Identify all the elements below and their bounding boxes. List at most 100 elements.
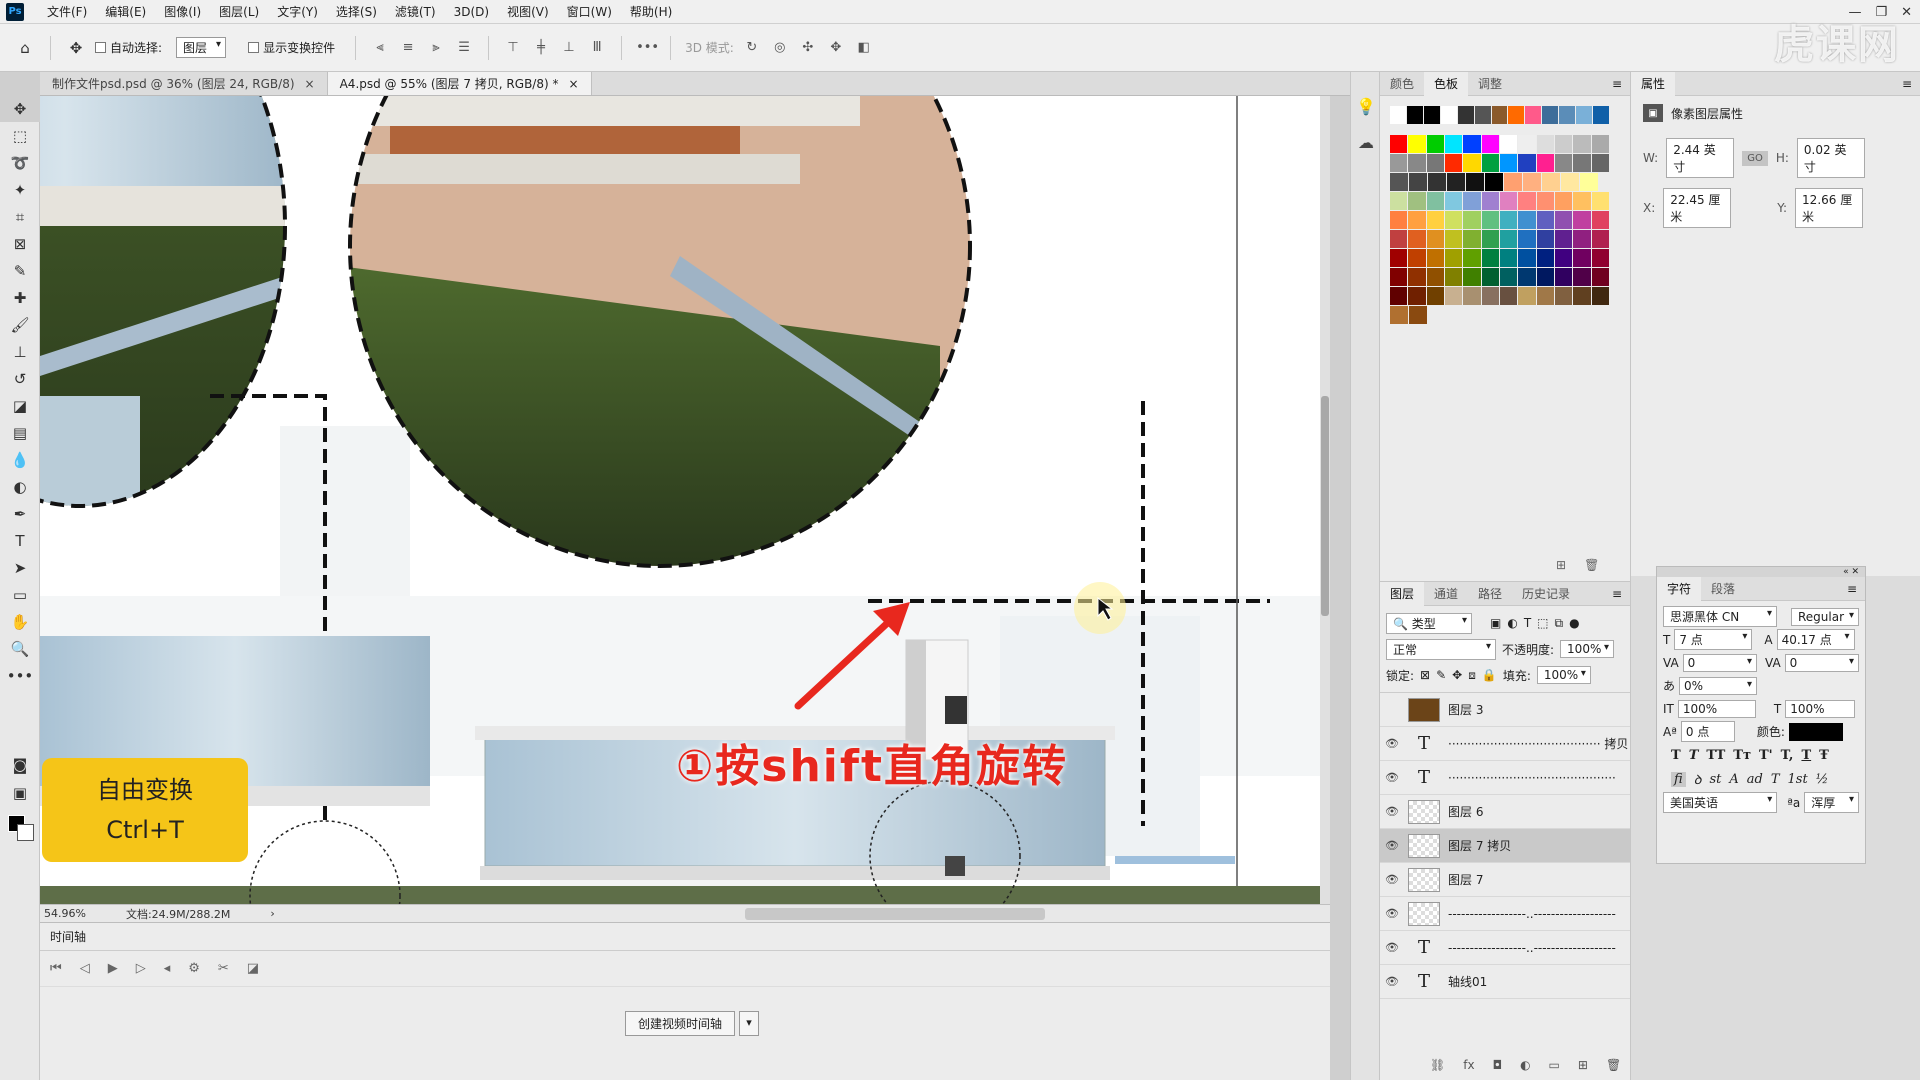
swatch[interactable] bbox=[1481, 268, 1499, 286]
y-input[interactable]: 12.66 厘米 bbox=[1795, 188, 1864, 228]
menu-file[interactable]: 文件(F) bbox=[38, 0, 96, 24]
tsume-input[interactable]: 0% bbox=[1679, 676, 1758, 695]
swatch[interactable] bbox=[1440, 106, 1457, 124]
swatch[interactable] bbox=[1573, 135, 1591, 153]
close-icon[interactable]: × bbox=[568, 72, 578, 95]
swatch[interactable] bbox=[1525, 106, 1542, 124]
menu-view[interactable]: 视图(V) bbox=[498, 0, 558, 24]
small-caps-button[interactable]: Tт bbox=[1733, 748, 1751, 763]
settings-icon[interactable]: ⚙ bbox=[188, 961, 200, 976]
height-input[interactable]: 0.02 英寸 bbox=[1796, 138, 1865, 178]
distribute-v-icon[interactable]: Ⅲ bbox=[587, 40, 607, 55]
frame-tool-icon[interactable]: ⊠ bbox=[0, 230, 40, 257]
tab-paths[interactable]: 路径 bbox=[1468, 582, 1512, 606]
swatch[interactable] bbox=[1523, 173, 1541, 191]
eye-icon[interactable]: 👁 bbox=[1380, 737, 1404, 750]
marquee-tool-icon[interactable]: ⬚ bbox=[0, 122, 40, 149]
eye-icon[interactable]: 👁 bbox=[1380, 873, 1404, 886]
rectangle-tool-icon[interactable]: ▭ bbox=[0, 581, 40, 608]
dodge-tool-icon[interactable]: ◐ bbox=[0, 473, 40, 500]
swatch[interactable] bbox=[1536, 249, 1554, 267]
titling-button[interactable]: ad bbox=[1747, 772, 1763, 787]
discretionary-ligature-button[interactable]: ꝺ bbox=[1694, 770, 1702, 788]
new-swatch-icon[interactable]: ⊞ bbox=[1556, 558, 1566, 572]
adjustment-icon[interactable]: ◐ bbox=[1520, 1058, 1530, 1072]
panel-menu-icon[interactable]: ≡ bbox=[1612, 587, 1622, 601]
eye-icon[interactable]: 👁 bbox=[1380, 805, 1404, 818]
lock-all-icon[interactable]: 🔒 bbox=[1482, 668, 1497, 682]
swatch[interactable] bbox=[1390, 211, 1408, 229]
first-frame-icon[interactable]: ⏮ bbox=[50, 961, 62, 976]
swatch[interactable] bbox=[1591, 211, 1609, 229]
swatch[interactable] bbox=[1463, 211, 1481, 229]
strikethrough-button[interactable]: Ŧ bbox=[1819, 748, 1829, 763]
status-arrow[interactable]: › bbox=[270, 907, 274, 920]
swatch[interactable] bbox=[1542, 106, 1559, 124]
panel-collapse-bar[interactable]: « ✕ bbox=[1657, 567, 1865, 577]
swatch[interactable] bbox=[1518, 268, 1536, 286]
swatch[interactable] bbox=[1408, 268, 1426, 286]
swatch[interactable] bbox=[1463, 192, 1481, 210]
swatch[interactable] bbox=[1408, 249, 1426, 267]
lock-position-icon[interactable]: ✥ bbox=[1452, 668, 1462, 682]
layer-row[interactable]: 👁 图层 7 bbox=[1380, 863, 1630, 897]
swatch[interactable] bbox=[1444, 268, 1463, 286]
swatch[interactable] bbox=[1573, 192, 1591, 210]
crop-tool-icon[interactable]: ⌗ bbox=[0, 203, 40, 230]
leading-input[interactable]: 40.17 点 bbox=[1776, 629, 1855, 650]
horizontal-scrollbar[interactable] bbox=[744, 907, 1045, 920]
align-bottom-icon[interactable]: ⊥ bbox=[559, 40, 579, 55]
swatch[interactable] bbox=[1536, 287, 1554, 305]
swatch[interactable] bbox=[1463, 154, 1481, 172]
swatch[interactable] bbox=[1390, 154, 1408, 172]
swatch[interactable] bbox=[1481, 249, 1499, 267]
swatch[interactable] bbox=[1426, 211, 1444, 229]
swatch[interactable] bbox=[1466, 173, 1484, 191]
layer-row[interactable]: 图层 3 bbox=[1380, 693, 1630, 727]
swatch[interactable] bbox=[1508, 106, 1525, 124]
swatch[interactable] bbox=[1561, 173, 1579, 191]
swatch[interactable] bbox=[1408, 192, 1426, 210]
prev-frame-icon[interactable]: ◁ bbox=[80, 961, 90, 976]
home-icon[interactable]: ⌂ bbox=[14, 39, 36, 57]
vertical-scrollbar[interactable] bbox=[1320, 96, 1330, 904]
quick-mask-icon[interactable]: ◙ bbox=[0, 751, 40, 778]
baseline-input[interactable]: 0 点 bbox=[1680, 721, 1735, 742]
swatch[interactable] bbox=[1554, 230, 1573, 248]
swatch[interactable] bbox=[1499, 249, 1518, 267]
swatch[interactable] bbox=[1573, 211, 1591, 229]
swatch[interactable] bbox=[1447, 173, 1465, 191]
swatch[interactable] bbox=[1428, 173, 1446, 191]
swatch[interactable] bbox=[1426, 154, 1444, 172]
swatch[interactable] bbox=[1426, 249, 1444, 267]
swatch[interactable] bbox=[1554, 192, 1573, 210]
menu-select[interactable]: 选择(S) bbox=[327, 0, 386, 24]
filter-toggle-icon[interactable]: ● bbox=[1569, 616, 1579, 630]
delete-icon[interactable]: 🗑 bbox=[1584, 558, 1599, 572]
magic-wand-tool-icon[interactable]: ✦ bbox=[0, 176, 40, 203]
swatch[interactable] bbox=[1542, 173, 1560, 191]
faux-italic-button[interactable]: T bbox=[1689, 748, 1699, 763]
scrollbar-thumb[interactable] bbox=[1321, 396, 1329, 616]
swatch[interactable] bbox=[1390, 287, 1408, 305]
new-layer-icon[interactable]: ⊞ bbox=[1578, 1058, 1588, 1072]
swatch[interactable] bbox=[1444, 211, 1463, 229]
swatch[interactable] bbox=[1518, 211, 1536, 229]
vertical-scale-input[interactable]: 100% bbox=[1677, 699, 1756, 718]
swatch[interactable] bbox=[1499, 268, 1518, 286]
swatch[interactable] bbox=[1481, 154, 1499, 172]
swatch[interactable] bbox=[1536, 135, 1554, 153]
swatch[interactable] bbox=[1444, 230, 1463, 248]
swatch[interactable] bbox=[1573, 249, 1591, 267]
history-brush-tool-icon[interactable]: ↺ bbox=[0, 365, 40, 392]
tab-document-2[interactable]: A4.psd @ 55% (图层 7 拷贝, RGB/8) * × bbox=[327, 72, 592, 95]
swatch[interactable] bbox=[1554, 211, 1573, 229]
align-right-icon[interactable]: ⫸ bbox=[426, 40, 446, 55]
swatch[interactable] bbox=[1499, 192, 1518, 210]
swatch[interactable] bbox=[1463, 287, 1481, 305]
filter-type-icon[interactable]: T bbox=[1524, 616, 1531, 630]
tab-history[interactable]: 历史记录 bbox=[1512, 582, 1580, 606]
swatch[interactable] bbox=[1408, 135, 1426, 153]
swatch[interactable] bbox=[1390, 230, 1408, 248]
swatch[interactable] bbox=[1536, 154, 1554, 172]
